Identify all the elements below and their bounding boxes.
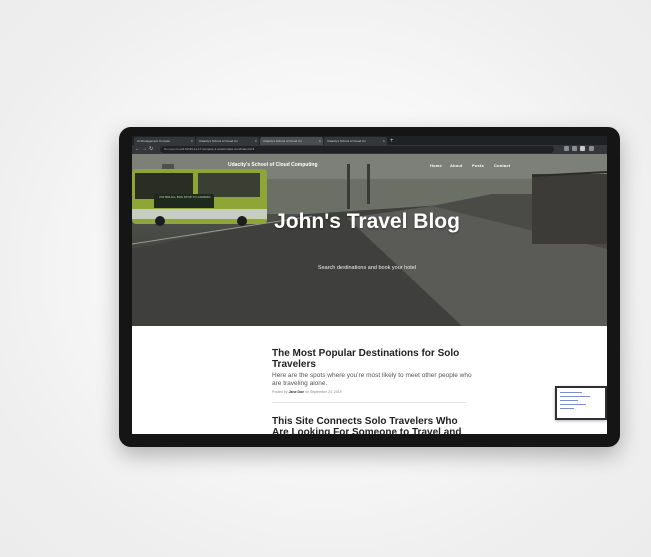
page-subtitle: Search destinations and book your hotel	[317, 265, 417, 271]
post-title[interactable]: The Most Popular Destinations for Solo T…	[272, 348, 472, 370]
reload-icon[interactable]: ↻	[149, 146, 153, 153]
hero-photo	[132, 154, 607, 326]
post-preview[interactable]: This Site Connects Solo Travelers Who Ar…	[272, 416, 472, 434]
back-icon[interactable]: ←	[135, 146, 140, 153]
post-subtitle: Here are the spots where you're most lik…	[272, 372, 472, 387]
url-text: ec2-52-90-11-17.compute-1.amazonaws.com/…	[179, 147, 255, 151]
extension-icon[interactable]	[572, 146, 577, 151]
tab-title: AI Management Console	[137, 139, 171, 143]
page-title: John's Travel Blog	[274, 210, 460, 233]
nav-contact[interactable]: Contact	[494, 163, 510, 168]
close-icon[interactable]: ×	[255, 137, 257, 145]
browser-tab-active[interactable]: Udacity's School of Cloud Co ×	[260, 137, 323, 145]
hero-banner: FW 500 ALL BUS STOP TO CARDIFF Udacity's…	[132, 154, 607, 326]
tab-title: Udacity's School of Cloud Co	[199, 139, 238, 143]
post-title[interactable]: This Site Connects Solo Travelers Who Ar…	[272, 416, 472, 434]
url-security-label: Not secure	[164, 147, 179, 151]
post-meta-prefix: Posted by	[272, 390, 288, 394]
screen-thumbnail	[555, 386, 607, 420]
url-field[interactable]: Not secure ec2-52-90-11-17.compute-1.ama…	[160, 146, 554, 153]
close-icon[interactable]: ×	[191, 137, 193, 145]
extension-icon[interactable]	[564, 146, 569, 151]
divider	[272, 402, 467, 403]
browser-screen: AI Management Console × Udacity's School …	[132, 136, 607, 434]
close-icon[interactable]: ×	[383, 137, 385, 145]
browser-tab[interactable]: Udacity's School of Cloud Co ×	[196, 137, 259, 145]
thumbnail-line	[560, 400, 578, 401]
menu-icon[interactable]	[589, 146, 594, 151]
thumbnail-line	[560, 408, 574, 409]
address-bar: ← → ↻ Not secure ec2-52-90-11-17.compute…	[132, 145, 607, 154]
tab-title: Udacity's School of Cloud Co	[263, 139, 302, 143]
post-author[interactable]: Jane Doe	[289, 390, 305, 394]
bus-sign: FW 500 ALL BUS STOP TO CARDIFF	[159, 195, 211, 199]
browser-tab-bar: AI Management Console × Udacity's School …	[132, 136, 607, 145]
tab-title: Udacity's School of Cloud Co	[327, 139, 366, 143]
nav-home[interactable]: Home	[430, 163, 442, 168]
profile-icon[interactable]	[580, 146, 585, 151]
forward-icon[interactable]: →	[142, 146, 147, 153]
post-date: on September 24, 2019	[305, 390, 342, 394]
nav-about[interactable]: About	[450, 163, 463, 168]
thumbnail-line	[560, 404, 586, 405]
browser-tab[interactable]: Udacity's School of Cloud Co ×	[324, 137, 387, 145]
thumbnail-line	[560, 396, 590, 397]
post-meta: Posted by Jane Doe on September 24, 2019	[272, 390, 472, 394]
thumbnail-line	[560, 392, 582, 393]
site-brand[interactable]: Udacity's School of Cloud Computing	[228, 162, 318, 168]
nav-posts[interactable]: Posts	[472, 163, 484, 168]
browser-tab[interactable]: AI Management Console ×	[134, 137, 195, 145]
new-tab-icon[interactable]: +	[390, 137, 394, 145]
post-preview[interactable]: The Most Popular Destinations for Solo T…	[272, 348, 472, 394]
close-icon[interactable]: ×	[319, 137, 321, 145]
post-list: The Most Popular Destinations for Solo T…	[132, 326, 607, 434]
